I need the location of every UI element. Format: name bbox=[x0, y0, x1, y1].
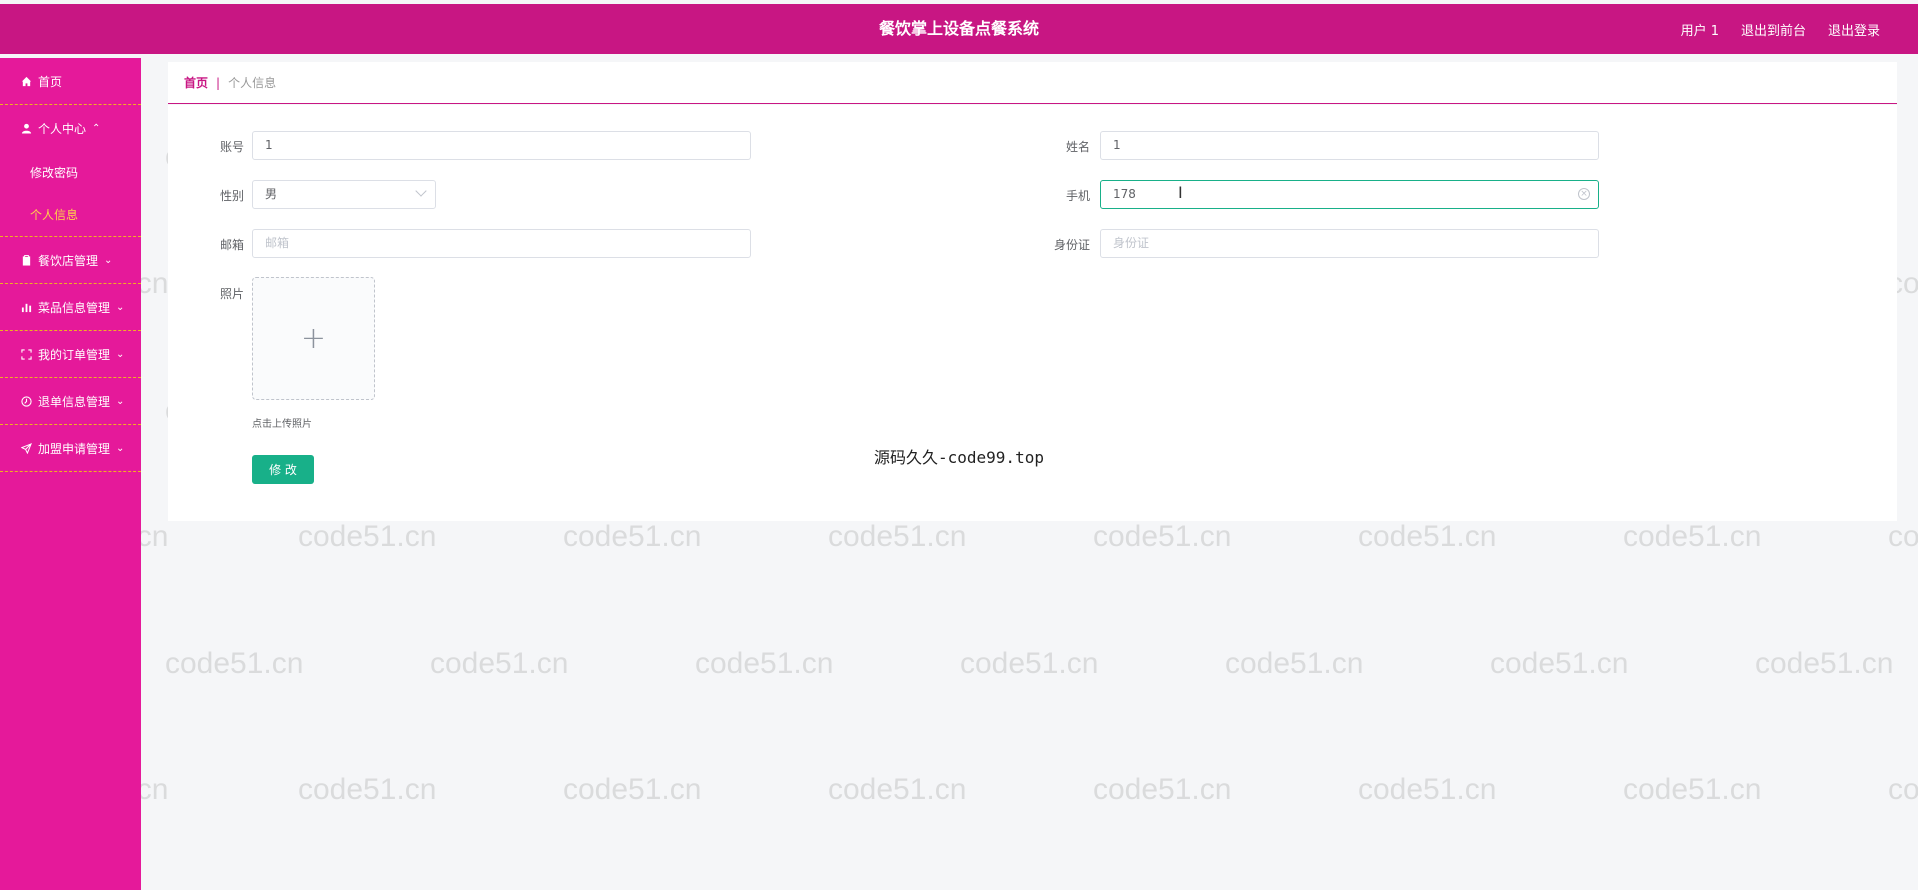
phone-field[interactable]: 178 × bbox=[1100, 180, 1599, 209]
sidebar-item-home[interactable]: 首页 bbox=[0, 58, 141, 105]
bar-chart-icon bbox=[20, 301, 32, 313]
sidebar-item-personal-center[interactable]: 个人中心 ⌃ bbox=[0, 105, 141, 152]
app-title: 餐饮掌上设备点餐系统 bbox=[878, 19, 1039, 38]
plus-icon: + bbox=[300, 321, 327, 356]
email-field[interactable]: 邮箱 bbox=[252, 229, 751, 258]
watermark-text: code51.cn bbox=[1755, 647, 1894, 680]
photo-upload[interactable]: + bbox=[252, 277, 375, 400]
photo-label: 照片 bbox=[219, 287, 244, 301]
watermark-text: code51.cn bbox=[563, 520, 702, 553]
watermark-text: code51.cn bbox=[430, 647, 569, 680]
sidebar-item-refund-management[interactable]: 退单信息管理 ⌄ bbox=[0, 378, 141, 425]
scan-icon bbox=[20, 348, 32, 360]
user-icon bbox=[20, 123, 32, 135]
top-header: 餐饮掌上设备点餐系统 用户 1 退出到前台 退出登录 bbox=[0, 4, 1918, 54]
sidebar-item-change-password[interactable]: 修改密码 bbox=[0, 152, 141, 194]
breadcrumb: 首页 | 个人信息 bbox=[168, 62, 1897, 104]
sidebar-item-label: 我的订单管理 bbox=[38, 347, 111, 362]
watermark-text: code51.cn bbox=[1225, 647, 1364, 680]
overlay-text: 源码久久-code99.top bbox=[874, 448, 1044, 467]
logout-link[interactable]: 退出登录 bbox=[1828, 20, 1880, 39]
watermark-text: code51.cn bbox=[1093, 520, 1232, 553]
phone-label: 手机 bbox=[1065, 189, 1090, 203]
gender-select[interactable]: 男 bbox=[252, 180, 436, 209]
current-user[interactable]: 用户 1 bbox=[1681, 20, 1719, 39]
sidebar-item-order-management[interactable]: 我的订单管理 ⌄ bbox=[0, 331, 141, 378]
email-label: 邮箱 bbox=[219, 238, 244, 252]
gender-value: 男 bbox=[265, 187, 278, 201]
watermark-text: code51.cn bbox=[828, 520, 967, 553]
watermark-text: code51.cn bbox=[1093, 773, 1232, 806]
watermark-text: code51.cn bbox=[1490, 647, 1629, 680]
account-field[interactable]: 1 bbox=[252, 131, 751, 160]
sidebar-item-label: 退单信息管理 bbox=[38, 394, 111, 409]
id-card-label: 身份证 bbox=[1053, 238, 1090, 252]
watermark-text: code51.cn bbox=[828, 773, 967, 806]
sidebar-item-label: 餐饮店管理 bbox=[38, 253, 99, 268]
send-icon bbox=[20, 442, 32, 454]
breadcrumb-home[interactable]: 首页 bbox=[184, 74, 208, 91]
breadcrumb-current: 个人信息 bbox=[228, 76, 277, 90]
watermark-text: code51.cn bbox=[1888, 773, 1918, 806]
name-field[interactable]: 1 bbox=[1100, 131, 1599, 160]
back-to-front-link[interactable]: 退出到前台 bbox=[1741, 20, 1806, 39]
watermark-text: code51.cn bbox=[1888, 520, 1918, 553]
header-links: 用户 1 退出到前台 退出登录 bbox=[1681, 4, 1880, 54]
clear-icon[interactable]: × bbox=[1578, 188, 1590, 200]
sidebar-item-franchise-management[interactable]: 加盟申请管理 ⌄ bbox=[0, 425, 141, 472]
sidebar-item-label: 菜品信息管理 bbox=[38, 300, 111, 315]
home-icon bbox=[20, 75, 32, 87]
watermark-text: code51.cn bbox=[1623, 520, 1762, 553]
sidebar-item-label: 个人中心 bbox=[38, 122, 87, 136]
sidebar-item-dish-management[interactable]: 菜品信息管理 ⌄ bbox=[0, 284, 141, 331]
gender-label: 性别 bbox=[219, 189, 244, 203]
clock-icon bbox=[20, 395, 32, 407]
watermark-text: code51.cn bbox=[298, 520, 437, 553]
breadcrumb-separator: | bbox=[216, 75, 221, 90]
sidebar-item-label: 首页 bbox=[38, 74, 63, 89]
sidebar-item-label: 加盟申请管理 bbox=[38, 441, 111, 456]
watermark-text: code51.cn bbox=[298, 773, 437, 806]
sidebar-item-personal-info[interactable]: 个人信息 bbox=[0, 194, 141, 236]
watermark-text: code51.cn bbox=[1358, 773, 1497, 806]
chevron-down-icon: ⌄ bbox=[116, 348, 125, 360]
text-cursor-icon: I bbox=[1178, 183, 1183, 202]
phone-value: 178 bbox=[1113, 187, 1136, 201]
submit-button[interactable]: 修 改 bbox=[252, 455, 314, 484]
chevron-down-icon: ⌄ bbox=[116, 442, 125, 454]
watermark-text: code51.cn bbox=[695, 647, 834, 680]
watermark-text: code51.cn bbox=[165, 647, 304, 680]
chevron-down-icon: ⌄ bbox=[116, 301, 125, 313]
upload-tip: 点击上传照片 bbox=[252, 419, 312, 430]
sidebar: 首页 个人中心 ⌃ 修改密码 个人信息 餐饮店管理 ⌄ 菜品信息管理 ⌄ 我的订… bbox=[0, 58, 141, 890]
account-label: 账号 bbox=[219, 140, 244, 154]
watermark-text: code51.cn bbox=[1623, 773, 1762, 806]
sidebar-item-restaurant-management[interactable]: 餐饮店管理 ⌄ bbox=[0, 237, 141, 284]
id-card-field[interactable]: 身份证 bbox=[1100, 229, 1599, 258]
watermark-text: code51.cn bbox=[1358, 520, 1497, 553]
chevron-down-icon bbox=[415, 185, 427, 197]
personal-center-submenu: 修改密码 个人信息 bbox=[0, 152, 141, 237]
watermark-text: code51.cn bbox=[563, 773, 702, 806]
chevron-down-icon: ⌄ bbox=[104, 254, 113, 266]
chevron-down-icon: ⌄ bbox=[116, 395, 125, 407]
watermark-text: code51.cn bbox=[960, 647, 1099, 680]
clipboard-icon bbox=[20, 254, 32, 266]
chevron-up-icon: ⌃ bbox=[92, 123, 101, 134]
name-label: 姓名 bbox=[1065, 140, 1090, 154]
